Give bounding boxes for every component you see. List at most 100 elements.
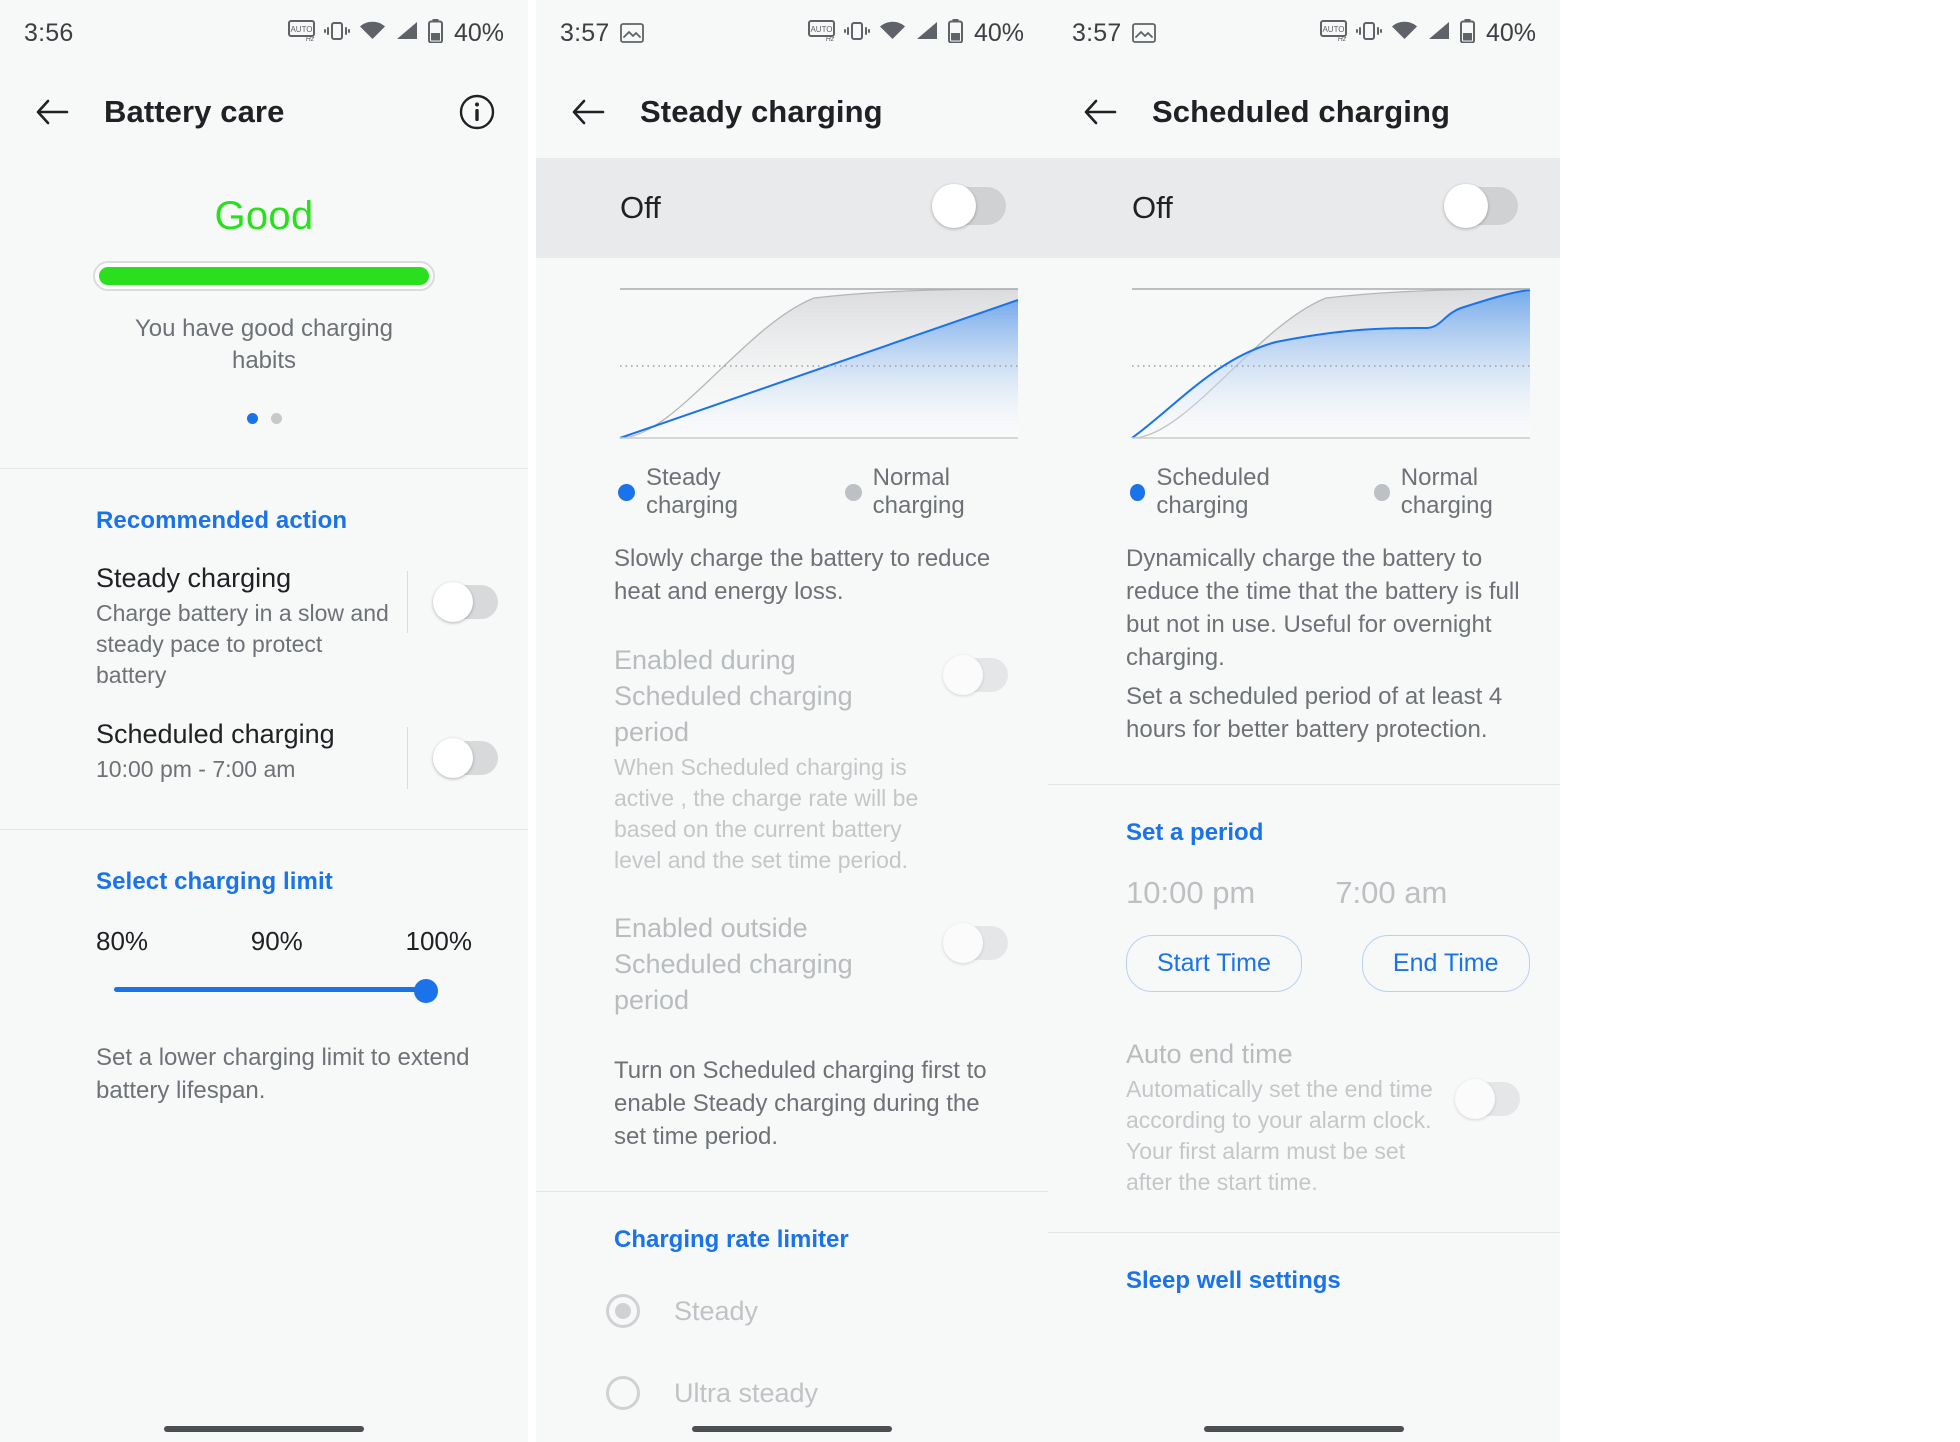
wifi-icon — [1391, 20, 1418, 47]
panel-gap — [528, 0, 536, 1442]
scheduled-charging-chart — [1048, 258, 1560, 446]
radio-option-steady[interactable]: Steady — [536, 1254, 1048, 1328]
toggle-knob — [1444, 183, 1488, 228]
svg-text:AUTO: AUTO — [290, 25, 312, 34]
svg-text:Hz: Hz — [306, 36, 315, 42]
row-scheduled-charging[interactable]: Scheduled charging 10:00 pm - 7:00 am — [0, 691, 528, 789]
row-texts: Scheduled charging 10:00 pm - 7:00 am — [96, 717, 407, 785]
set-a-period-heading: Set a period — [1126, 819, 1264, 846]
panel-steady-charging: 3:57 AUTO Hz 40% Steady charging Off Ste… — [536, 0, 1048, 1442]
row-subtitle: Charge battery in a slow and steady pace… — [96, 600, 389, 688]
sleep-well-settings-heading: Sleep well settings — [1126, 1267, 1341, 1294]
legend-item-normal: Normal charging — [1374, 464, 1560, 520]
carousel-dot-1[interactable] — [246, 413, 258, 424]
row-texts: Steady charging Charge battery in a slow… — [96, 561, 407, 691]
panel-scheduled-charging: 3:57 AUTO Hz 40% Scheduled charging Off … — [1048, 0, 1560, 1442]
home-gesture-pill[interactable] — [164, 1426, 364, 1432]
chart-canvas — [614, 286, 1024, 446]
radio-button-ultra-steady[interactable] — [606, 1376, 640, 1410]
home-gesture-pill[interactable] — [1204, 1426, 1404, 1432]
battery-percent-label: 40% — [973, 18, 1024, 47]
page-title: Battery care — [104, 94, 285, 129]
health-subtitle: You have good charging habits — [135, 315, 393, 374]
vertical-separator — [407, 571, 408, 633]
arrow-back-icon[interactable] — [562, 86, 614, 138]
start-time-button[interactable]: Start Time — [1126, 935, 1302, 992]
status-time: 3:57 — [560, 18, 610, 47]
slider-thumb[interactable] — [414, 979, 438, 1003]
status-icons: AUTO Hz 40% — [807, 18, 1024, 48]
recommended-action-heading: Recommended action — [96, 507, 348, 534]
carousel-dots[interactable] — [0, 413, 528, 424]
battery-icon — [1459, 18, 1475, 48]
arrow-back-icon[interactable] — [26, 86, 78, 138]
wifi-icon — [359, 20, 386, 47]
slider-tick-80: 80% — [96, 926, 149, 956]
end-time-button[interactable]: End Time — [1361, 935, 1530, 992]
svg-text:AUTO: AUTO — [1322, 25, 1344, 34]
wifi-icon — [879, 20, 906, 47]
master-toggle-wrap — [932, 183, 1006, 230]
toggle-knob — [1455, 1079, 1495, 1119]
enabled-during-scheduled-toggle[interactable] — [943, 655, 1008, 695]
auto-end-time-toggle[interactable] — [1455, 1079, 1520, 1119]
scheduled-charging-master-toggle[interactable] — [1444, 183, 1518, 228]
appbar-3: Scheduled charging — [1048, 66, 1560, 158]
chart-legend-scheduled: Scheduled charging Normal charging — [1048, 446, 1560, 520]
screenshot-triptych: 3:56 AUTO Hz 40% Battery care Good You h… — [0, 0, 1960, 1442]
row-control — [407, 717, 498, 789]
panel-battery-care: 3:56 AUTO Hz 40% Battery care Good You h… — [0, 0, 528, 1442]
row-control — [943, 910, 1008, 965]
row-auto-end-time[interactable]: Auto end time Automatically set the end … — [1048, 992, 1560, 1198]
battery-percent-label: 40% — [453, 18, 504, 47]
slider-tick-90: 90% — [250, 926, 303, 956]
status-time: 3:56 — [24, 18, 74, 47]
arrow-back-icon[interactable] — [1074, 86, 1126, 138]
svg-text:Hz: Hz — [826, 36, 835, 42]
status-icons: AUTO Hz 40% — [1319, 18, 1536, 48]
legend-item-steady: Steady charging — [618, 464, 819, 520]
appbar-2: Steady charging — [536, 66, 1048, 158]
enabled-outside-scheduled-toggle[interactable] — [943, 923, 1008, 963]
battery-icon — [947, 18, 963, 48]
radio-button-steady[interactable] — [606, 1294, 640, 1328]
radio-option-ultra-steady[interactable]: Ultra steady — [536, 1328, 1048, 1410]
row-enabled-during-scheduled[interactable]: Enabled during Scheduled charging period… — [536, 608, 1048, 876]
battery-percent-label: 40% — [1485, 18, 1536, 47]
status-bar-1: 3:56 AUTO Hz 40% — [0, 0, 528, 66]
vibrate-icon — [323, 20, 350, 47]
charging-limit-slider[interactable] — [96, 979, 474, 1003]
health-status-label: Good — [214, 194, 314, 238]
system-nav-bar — [1048, 1426, 1560, 1432]
toggle-knob — [932, 183, 976, 228]
scheduled-charging-description-1: Dynamically charge the battery to reduce… — [1126, 545, 1520, 671]
row-steady-charging[interactable]: Steady charging Charge battery in a slow… — [0, 535, 528, 691]
scheduled-charging-toggle[interactable] — [433, 738, 498, 778]
legend-label: Steady charging — [645, 464, 738, 519]
chart-canvas — [1126, 286, 1536, 446]
charging-limit-slider-group[interactable]: 80% 90% 100% — [0, 896, 528, 1003]
period-time-values: 10:00 pm 7:00 am — [1048, 847, 1560, 911]
info-icon[interactable] — [454, 89, 500, 135]
carousel-dot-2[interactable] — [270, 413, 282, 424]
signal-icon — [395, 20, 419, 47]
charging-limit-note: Set a lower charging limit to extend bat… — [96, 1044, 470, 1104]
health-progress-bar — [93, 261, 435, 291]
master-toggle-wrap — [1444, 183, 1518, 230]
master-toggle-row-scheduled[interactable]: Off — [1048, 158, 1560, 258]
legend-swatch-grey — [844, 483, 862, 501]
auto-refresh-rate-icon: AUTO Hz — [1319, 19, 1347, 47]
end-time-value: 7:00 am — [1335, 875, 1448, 910]
steady-charging-master-toggle[interactable] — [932, 183, 1006, 228]
home-gesture-pill[interactable] — [692, 1426, 892, 1432]
auto-refresh-rate-icon: AUTO Hz — [287, 19, 315, 47]
row-title: Enabled outside Scheduled charging perio… — [614, 913, 853, 1015]
signal-icon — [915, 20, 939, 47]
slider-tick-labels: 80% 90% 100% — [96, 926, 474, 957]
row-enabled-outside-scheduled[interactable]: Enabled outside Scheduled charging perio… — [536, 876, 1048, 1018]
master-toggle-row-steady[interactable]: Off — [536, 158, 1048, 258]
toggle-knob — [943, 655, 983, 695]
battery-health-summary: Good You have good charging habits — [0, 158, 528, 424]
row-texts: Enabled during Scheduled charging period… — [614, 642, 944, 876]
steady-charging-toggle[interactable] — [433, 582, 498, 622]
